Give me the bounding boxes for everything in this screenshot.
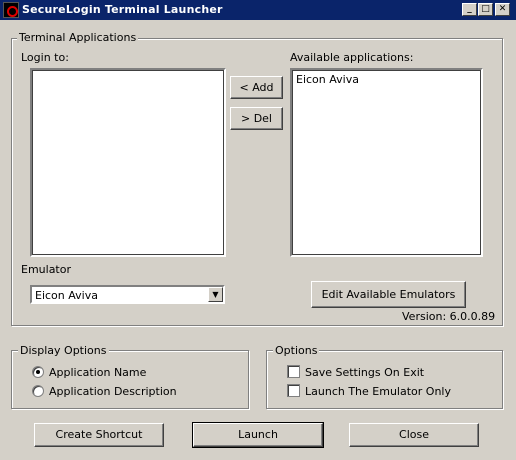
- emulator-label: Emulator: [21, 263, 71, 276]
- application-name-label[interactable]: Application Name: [49, 366, 146, 379]
- close-window-button[interactable]: ✕: [495, 3, 510, 16]
- available-applications-label: Available applications:: [290, 51, 414, 64]
- chevron-down-icon[interactable]: ▼: [208, 287, 223, 302]
- application-description-label[interactable]: Application Description: [49, 385, 177, 398]
- save-settings-label[interactable]: Save Settings On Exit: [305, 366, 424, 379]
- launcher-window: SecureLogin Terminal Launcher _ □ ✕ Term…: [0, 0, 516, 460]
- emulator-value: Eicon Aviva: [35, 289, 98, 302]
- available-applications-list[interactable]: Eicon Aviva: [290, 68, 483, 257]
- terminal-applications-label: Terminal Applications: [17, 31, 139, 44]
- add-button[interactable]: < Add: [230, 76, 283, 99]
- login-to-label: Login to:: [21, 51, 69, 64]
- options-group: [266, 350, 503, 409]
- minimize-button[interactable]: _: [462, 3, 477, 16]
- display-options-label: Display Options: [18, 344, 109, 357]
- application-description-radio[interactable]: [32, 385, 44, 397]
- display-options-group: [11, 350, 249, 409]
- create-shortcut-button[interactable]: Create Shortcut: [34, 423, 164, 447]
- launch-emulator-only-label[interactable]: Launch The Emulator Only: [305, 385, 451, 398]
- application-name-radio[interactable]: [32, 366, 44, 378]
- del-button[interactable]: > Del: [230, 107, 283, 130]
- close-button[interactable]: Close: [349, 423, 479, 447]
- version-text: Version: 6.0.0.89: [402, 310, 496, 323]
- maximize-button[interactable]: □: [478, 3, 493, 16]
- login-to-list[interactable]: [30, 68, 226, 257]
- options-label: Options: [273, 344, 320, 357]
- list-item[interactable]: Eicon Aviva: [296, 73, 359, 86]
- save-settings-checkbox[interactable]: [287, 365, 300, 378]
- window-title: SecureLogin Terminal Launcher: [22, 3, 223, 16]
- app-icon: [3, 2, 19, 18]
- edit-available-emulators-button[interactable]: Edit Available Emulators: [311, 281, 466, 308]
- launch-button[interactable]: Launch: [192, 422, 324, 448]
- title-bar[interactable]: SecureLogin Terminal Launcher _ □ ✕: [0, 0, 516, 20]
- launch-emulator-only-checkbox[interactable]: [287, 384, 300, 397]
- emulator-dropdown[interactable]: Eicon Aviva ▼: [30, 285, 225, 304]
